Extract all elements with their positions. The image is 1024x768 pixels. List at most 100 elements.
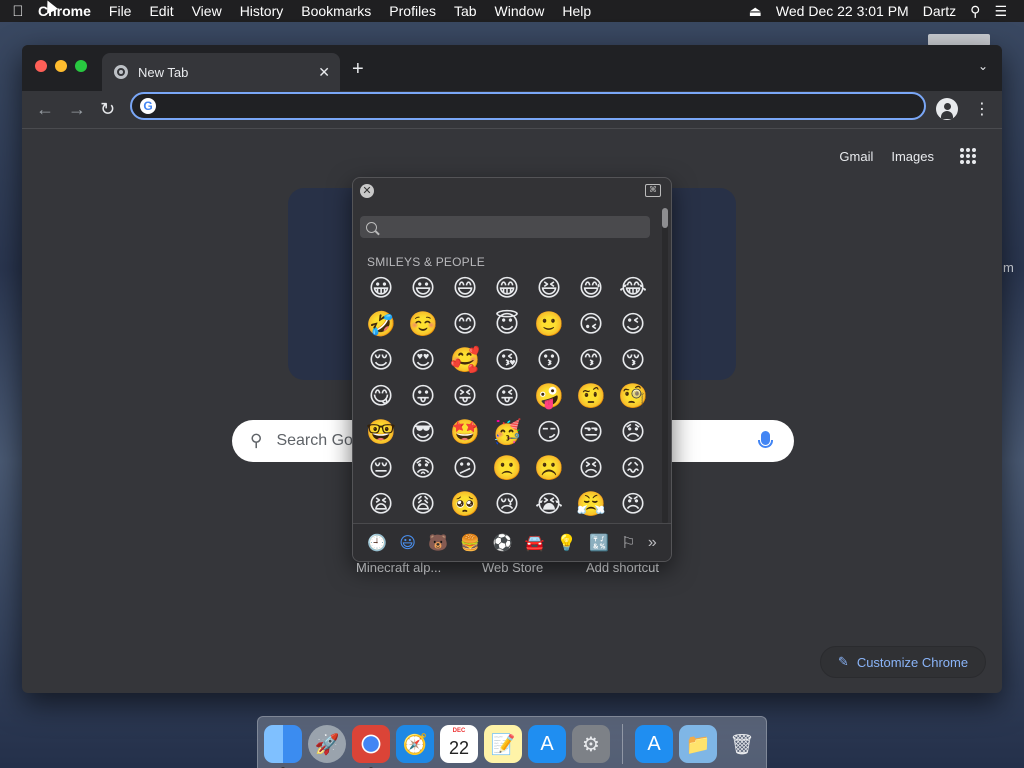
emoji-search-field[interactable]	[360, 216, 650, 238]
eject-icon[interactable]: ⏏	[742, 3, 769, 20]
google-apps-grid-icon[interactable]	[960, 148, 976, 164]
address-input[interactable]	[164, 98, 924, 114]
emoji-14[interactable]: 😌	[360, 342, 402, 378]
window-minimize-button[interactable]	[55, 60, 67, 72]
menu-edit[interactable]: Edit	[140, 3, 182, 19]
emoji-32[interactable]: 😏	[528, 414, 570, 450]
emoji-38[interactable]: 🙁	[486, 450, 528, 486]
emoji-12[interactable]: 🙃	[570, 306, 612, 342]
emoji-48[interactable]: 😠	[612, 486, 654, 522]
shortcut-label-web-store[interactable]: Web Store	[482, 560, 543, 575]
downloads-folder-icon[interactable]: 📁	[679, 725, 717, 763]
emoji-17[interactable]: 😘	[486, 342, 528, 378]
emoji-26[interactable]: 🤨	[570, 378, 612, 414]
emoji-20[interactable]: 😚	[612, 342, 654, 378]
emoji-35[interactable]: 😔	[360, 450, 402, 486]
app-store-download-icon[interactable]: A	[635, 725, 673, 763]
emoji-41[interactable]: 😖	[612, 450, 654, 486]
emoji-13[interactable]: 😉	[612, 306, 654, 342]
emoji-18[interactable]: 😗	[528, 342, 570, 378]
menu-help[interactable]: Help	[553, 3, 600, 19]
trash-icon[interactable]: 🗑	[723, 725, 761, 763]
emoji-0[interactable]: 😀	[360, 270, 402, 306]
system-preferences-icon[interactable]: ⚙	[572, 725, 610, 763]
finder-icon[interactable]	[264, 725, 302, 768]
chrome-dock-icon[interactable]	[352, 725, 390, 768]
emoji-7[interactable]: 🤣	[360, 306, 402, 342]
emoji-44[interactable]: 🥺	[444, 486, 486, 522]
chrome-menu-kebab-icon[interactable]: ⋮	[974, 99, 990, 119]
emoji-2[interactable]: 😄	[444, 270, 486, 306]
back-arrow-icon[interactable]: ←	[36, 99, 54, 120]
emoji-9[interactable]: 😊	[444, 306, 486, 342]
emoji-8[interactable]: ☺️	[402, 306, 444, 342]
keyboard-viewer-icon[interactable]: ⌘	[645, 184, 661, 197]
safari-icon[interactable]: 🧭	[396, 725, 434, 763]
emoji-45[interactable]: 😢	[486, 486, 528, 522]
menubar-clock[interactable]: Wed Dec 22 3:01 PM	[769, 3, 916, 19]
menubar-user[interactable]: Dartz	[916, 3, 963, 19]
emoji-10[interactable]: 😇	[486, 306, 528, 342]
emoji-scrollbar-thumb[interactable]	[662, 208, 668, 228]
emoji-22[interactable]: 😛	[402, 378, 444, 414]
menu-window[interactable]: Window	[486, 3, 554, 19]
emoji-3[interactable]: 😁	[486, 270, 528, 306]
emoji-40[interactable]: 😣	[570, 450, 612, 486]
customize-chrome-button[interactable]: ✎ Customize Chrome	[820, 646, 986, 678]
emoji-27[interactable]: 🧐	[612, 378, 654, 414]
emoji-46[interactable]: 😭	[528, 486, 570, 522]
emoji-16[interactable]: 🥰	[444, 342, 486, 378]
reload-icon[interactable]: ↻	[100, 99, 115, 120]
tab-search-chevron-icon[interactable]: ⌄	[978, 59, 988, 73]
menu-bookmarks[interactable]: Bookmarks	[292, 3, 380, 19]
emoji-33[interactable]: 😒	[570, 414, 612, 450]
launchpad-icon[interactable]: 🚀	[308, 725, 346, 763]
shortcut-label-add-shortcut[interactable]: Add shortcut	[586, 560, 659, 575]
category-more-icon[interactable]: »	[648, 534, 657, 552]
window-maximize-button[interactable]	[75, 60, 87, 72]
category-objects-icon[interactable]: 💡	[557, 533, 577, 553]
emoji-21[interactable]: 😋	[360, 378, 402, 414]
category-activity-icon[interactable]: ⚽	[493, 533, 513, 553]
emoji-39[interactable]: ☹️	[528, 450, 570, 486]
category-smileys-icon[interactable]: 😃	[399, 533, 416, 553]
notes-icon[interactable]: 📝	[484, 725, 522, 763]
emoji-43[interactable]: 😩	[402, 486, 444, 522]
profile-avatar-icon[interactable]	[936, 98, 958, 120]
category-symbols-icon[interactable]: 🔣	[589, 533, 609, 553]
emoji-42[interactable]: 😫	[360, 486, 402, 522]
menu-profiles[interactable]: Profiles	[380, 3, 445, 19]
emoji-19[interactable]: 😙	[570, 342, 612, 378]
menu-view[interactable]: View	[183, 3, 231, 19]
emoji-search-input[interactable]	[383, 220, 633, 234]
emoji-29[interactable]: 😎	[402, 414, 444, 450]
category-travel-icon[interactable]: 🚘	[525, 533, 545, 553]
apple-menu-icon[interactable]: 	[0, 3, 36, 20]
category-flags-icon[interactable]: ⚐	[621, 533, 635, 553]
emoji-36[interactable]: 😟	[402, 450, 444, 486]
emoji-11[interactable]: 🙂	[528, 306, 570, 342]
control-center-icon[interactable]: ☰	[987, 3, 1014, 20]
emoji-47[interactable]: 😤	[570, 486, 612, 522]
emoji-23[interactable]: 😝	[444, 378, 486, 414]
emoji-4[interactable]: 😆	[528, 270, 570, 306]
emoji-24[interactable]: 😜	[486, 378, 528, 414]
tab-close-icon[interactable]: ✕	[318, 64, 330, 81]
calendar-icon[interactable]: DEC 22	[440, 725, 478, 763]
category-recent-icon[interactable]: 🕘	[367, 533, 387, 553]
category-animals-icon[interactable]: 🐻	[428, 533, 448, 553]
emoji-6[interactable]: 😂	[612, 270, 654, 306]
omnibox[interactable]: G	[130, 92, 926, 120]
new-tab-button[interactable]: +	[352, 58, 364, 81]
emoji-5[interactable]: 😅	[570, 270, 612, 306]
spotlight-search-icon[interactable]: ⚲	[963, 3, 987, 20]
forward-arrow-icon[interactable]: →	[68, 99, 86, 120]
menu-file[interactable]: File	[100, 3, 141, 19]
images-link[interactable]: Images	[891, 149, 934, 164]
menu-tab[interactable]: Tab	[445, 3, 486, 19]
emoji-scrollbar-track[interactable]	[662, 208, 668, 524]
close-icon[interactable]: ✕	[360, 184, 374, 198]
app-store-icon[interactable]: A	[528, 725, 566, 763]
emoji-30[interactable]: 🤩	[444, 414, 486, 450]
voice-search-mic-icon[interactable]	[758, 431, 773, 448]
